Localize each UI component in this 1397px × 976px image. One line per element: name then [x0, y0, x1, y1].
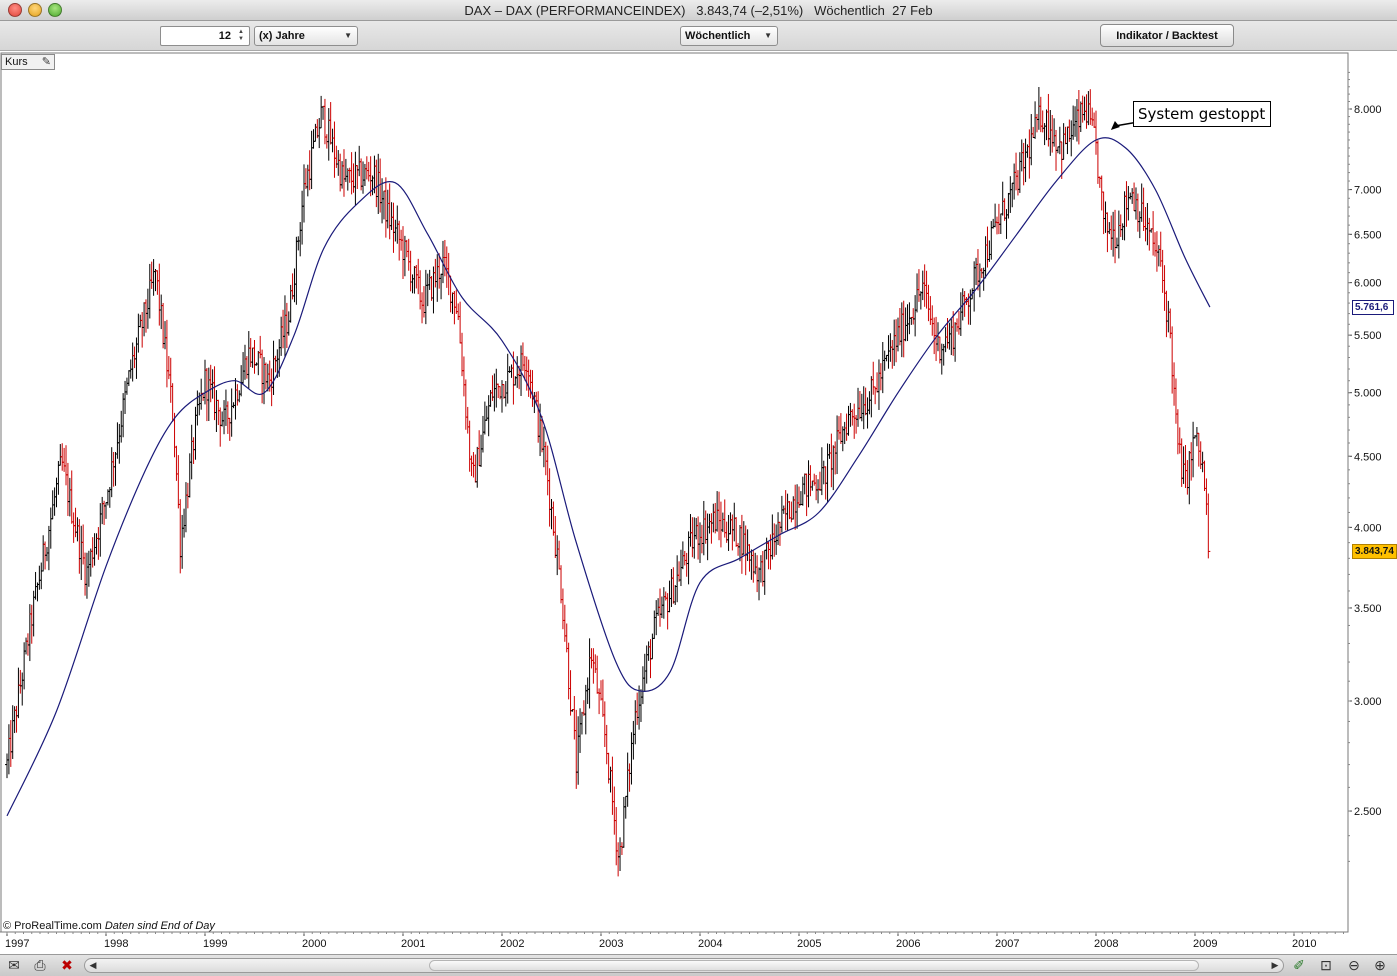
plot-frame — [0, 52, 1349, 933]
y-tick-label: 2.500 — [1354, 806, 1382, 818]
x-tick-label: 2010 — [1292, 938, 1316, 950]
period-unit-label: (x) Jahre — [259, 30, 305, 42]
x-tick-label: 2009 — [1193, 938, 1217, 950]
x-tick-label: 2007 — [995, 938, 1019, 950]
toolbar: 12 ▲ ▼ (x) Jahre ▼ Wöchentlich ▼ Indikato… — [0, 21, 1397, 51]
mail-icon[interactable]: ✉ — [4, 957, 24, 974]
interval-label: Wöchentlich — [685, 30, 751, 42]
x-tick-label: 2000 — [302, 938, 326, 950]
period-unit-select[interactable]: (x) Jahre ▼ — [254, 26, 358, 46]
y-tick-label: 6.000 — [1354, 278, 1382, 290]
y-tick-label: 7.000 — [1354, 185, 1382, 197]
x-tick-label: 2002 — [500, 938, 524, 950]
x-tick-label: 2001 — [401, 938, 425, 950]
last-price-tag: 3.843,74 — [1352, 544, 1397, 559]
scroll-right-icon[interactable]: ▶ — [1269, 960, 1281, 971]
x-tick-label: 1997 — [5, 938, 29, 950]
x-tick-label: 1998 — [104, 938, 128, 950]
y-tick-label: 5.000 — [1354, 388, 1382, 400]
bottom-bar: ✉ ⎙ ✖ ◀ ▶ ✐ ⊡ ⊖ ⊕ — [0, 954, 1397, 976]
title-bar: DAX – DAX (PERFORMANCEINDEX) 3.843,74 (–… — [0, 0, 1397, 21]
credit-source: © ProRealTime.com — [3, 920, 102, 932]
dropdown-arrow-icon: ▼ — [344, 31, 352, 40]
close-chart-icon[interactable]: ✖ — [57, 957, 77, 974]
y-tick-label: 5.500 — [1354, 330, 1382, 342]
x-tick-label: 2004 — [698, 938, 722, 950]
stepper-arrows-icon[interactable]: ▲ ▼ — [236, 29, 246, 43]
period-value-stepper[interactable]: 12 ▲ ▼ — [160, 26, 250, 46]
drawing-tool-icon[interactable]: ✐ — [1289, 957, 1309, 974]
x-tick-label: 2003 — [599, 938, 623, 950]
y-tick-label: 3.000 — [1354, 696, 1382, 708]
x-tick-label: 2006 — [896, 938, 920, 950]
price-chart[interactable]: 8.000 7.000 6.500 6.000 5.500 5.000 4.500 4.000… — [0, 52, 1397, 954]
x-tick-label: 2005 — [797, 938, 821, 950]
period-value: 12 — [218, 30, 231, 42]
zoom-in-icon[interactable]: ⊕ — [1370, 957, 1390, 974]
credit-line: © ProRealTime.com Daten sind End of Day — [3, 920, 215, 932]
y-tick-label: 4.500 — [1354, 451, 1382, 463]
x-tick-label: 1999 — [203, 938, 227, 950]
panel-label-box[interactable]: Kurs ✎ — [1, 54, 55, 70]
annotation-box[interactable]: System gestoppt — [1133, 101, 1271, 127]
y-tick-label: 6.500 — [1354, 229, 1382, 241]
zoom-fit-icon[interactable]: ⊡ — [1316, 957, 1336, 974]
moving-average-price-tag: 5.761,6 — [1352, 300, 1394, 315]
print-icon[interactable]: ⎙ — [30, 957, 50, 974]
scroll-left-icon[interactable]: ◀ — [87, 960, 99, 971]
y-tick-label: 3.500 — [1354, 603, 1382, 615]
credit-note: Daten sind End of Day — [104, 920, 215, 932]
indicator-backtest-button[interactable]: Indikator / Backtest — [1100, 24, 1234, 47]
horizontal-scrollbar[interactable]: ◀ ▶ — [84, 958, 1284, 973]
window-title: DAX – DAX (PERFORMANCEINDEX) 3.843,74 (–… — [464, 3, 933, 18]
dropdown-arrow-icon: ▼ — [764, 31, 772, 40]
y-tick-label: 8.000 — [1354, 104, 1382, 116]
chart-area[interactable]: 8.000 7.000 6.500 6.000 5.500 5.000 4.500 4.000… — [0, 52, 1397, 954]
wrench-icon[interactable]: ✎ — [42, 55, 51, 68]
scroll-thumb[interactable] — [429, 960, 1199, 971]
panel-label: Kurs — [5, 56, 28, 68]
zoom-out-icon[interactable]: ⊖ — [1344, 957, 1364, 974]
interval-select[interactable]: Wöchentlich ▼ — [680, 26, 778, 46]
x-tick-label: 2008 — [1094, 938, 1118, 950]
y-tick-label: 4.000 — [1354, 522, 1382, 534]
